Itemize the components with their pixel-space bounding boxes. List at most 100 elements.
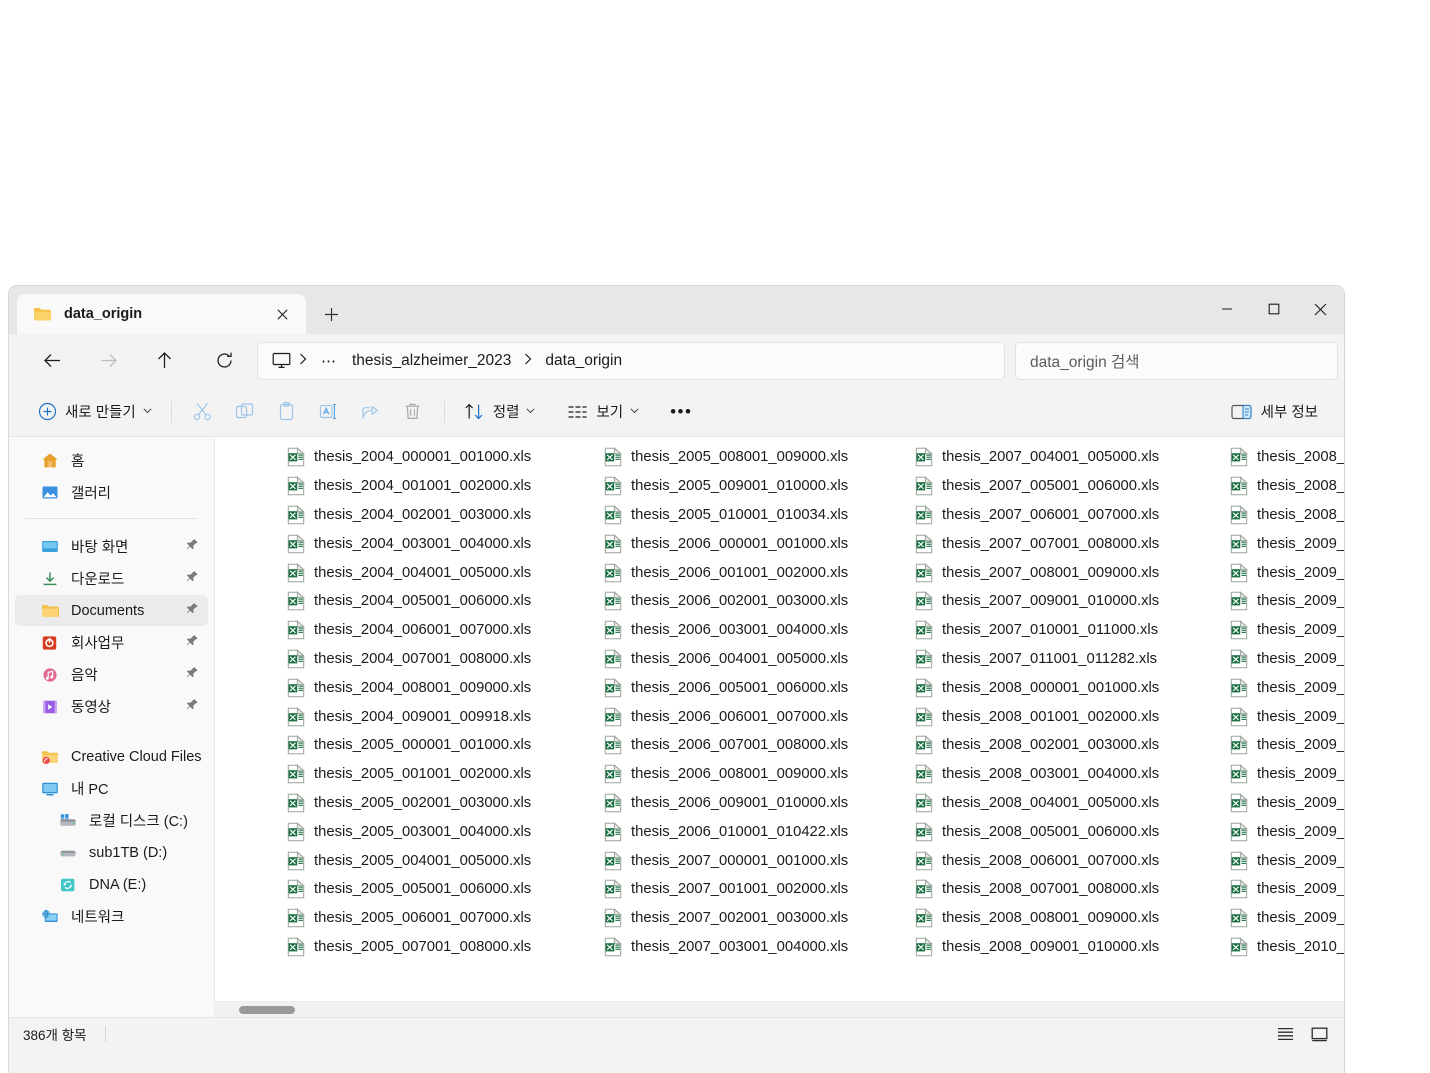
- close-button[interactable]: [1297, 286, 1344, 332]
- sidebar-item-music[interactable]: 음악: [15, 659, 208, 690]
- tab-data-origin[interactable]: data_origin: [17, 294, 306, 334]
- file-item[interactable]: thesis_2007_001001_002000.xls: [594, 875, 904, 904]
- file-item[interactable]: thesis_2009_0: [1220, 846, 1344, 875]
- file-item[interactable]: thesis_2008_009001_010000.xls: [905, 933, 1215, 962]
- file-item[interactable]: thesis_2005_004001_005000.xls: [277, 846, 587, 875]
- file-item[interactable]: thesis_2007_011001_011282.xls: [905, 645, 1215, 674]
- file-item[interactable]: thesis_2009_0: [1220, 760, 1344, 789]
- file-item[interactable]: thesis_2004_008001_009000.xls: [277, 673, 587, 702]
- file-item[interactable]: thesis_2008_002001_003000.xls: [905, 731, 1215, 760]
- sidebar-item-sub1tb-d[interactable]: sub1TB (D:): [15, 837, 208, 868]
- file-item[interactable]: thesis_2007_006001_007000.xls: [905, 501, 1215, 530]
- sidebar-item-home[interactable]: 홈: [15, 445, 208, 476]
- details-pane-button[interactable]: 세부 정보: [1219, 395, 1330, 429]
- file-item[interactable]: thesis_2005_010001_010034.xls: [594, 501, 904, 530]
- file-item[interactable]: thesis_2009_0: [1220, 673, 1344, 702]
- sidebar-item-downloads[interactable]: 다운로드: [15, 563, 208, 594]
- file-item[interactable]: thesis_2004_009001_009918.xls: [277, 702, 587, 731]
- file-item[interactable]: thesis_2009_0: [1220, 558, 1344, 587]
- file-item[interactable]: thesis_2006_002001_003000.xls: [594, 587, 904, 616]
- file-item[interactable]: thesis_2010_0: [1220, 933, 1344, 962]
- file-item[interactable]: thesis_2005_001001_002000.xls: [277, 760, 587, 789]
- cut-button[interactable]: [182, 395, 224, 429]
- file-item[interactable]: thesis_2004_000001_001000.xls: [277, 443, 587, 472]
- file-item[interactable]: thesis_2007_002001_003000.xls: [594, 904, 904, 933]
- file-item[interactable]: thesis_2006_006001_007000.xls: [594, 702, 904, 731]
- file-item[interactable]: thesis_2007_010001_011000.xls: [905, 616, 1215, 645]
- file-item[interactable]: thesis_2007_004001_005000.xls: [905, 443, 1215, 472]
- back-button[interactable]: [33, 344, 71, 378]
- sidebar-item-dna-e[interactable]: DNA (E:): [15, 869, 208, 900]
- delete-button[interactable]: [392, 395, 434, 429]
- file-item[interactable]: thesis_2009_0: [1220, 817, 1344, 846]
- file-item[interactable]: thesis_2005_006001_007000.xls: [277, 904, 587, 933]
- file-item[interactable]: thesis_2007_000001_001000.xls: [594, 846, 904, 875]
- file-item[interactable]: thesis_2009_0: [1220, 616, 1344, 645]
- file-item[interactable]: thesis_2009_0: [1220, 529, 1344, 558]
- view-button[interactable]: 보기: [558, 395, 648, 429]
- file-item[interactable]: thesis_2005_005001_006000.xls: [277, 875, 587, 904]
- file-item[interactable]: thesis_2008_000001_001000.xls: [905, 673, 1215, 702]
- sort-button[interactable]: 정렬: [455, 395, 545, 429]
- file-item[interactable]: thesis_2006_010001_010422.xls: [594, 817, 904, 846]
- sidebar-item-gallery[interactable]: 갤러리: [15, 477, 208, 508]
- copy-button[interactable]: [224, 395, 266, 429]
- large-icons-view-icon[interactable]: [1304, 1021, 1334, 1047]
- file-item[interactable]: thesis_2007_003001_004000.xls: [594, 933, 904, 962]
- plus-icon[interactable]: [314, 297, 348, 331]
- file-item[interactable]: thesis_2004_005001_006000.xls: [277, 587, 587, 616]
- file-item[interactable]: thesis_2009_0: [1220, 587, 1344, 616]
- sidebar-item-documents[interactable]: Documents: [15, 595, 208, 626]
- file-item[interactable]: thesis_2004_002001_003000.xls: [277, 501, 587, 530]
- file-item[interactable]: thesis_2004_004001_005000.xls: [277, 558, 587, 587]
- sidebar-item-this-pc[interactable]: 내 PC: [15, 773, 208, 804]
- file-item[interactable]: thesis_2007_007001_008000.xls: [905, 529, 1215, 558]
- sidebar-item-network[interactable]: 네트워크: [15, 901, 208, 932]
- file-item[interactable]: thesis_2009_0: [1220, 731, 1344, 760]
- breadcrumb-item-parent[interactable]: thesis_alzheimer_2023: [345, 349, 518, 373]
- file-item[interactable]: thesis_2006_009001_010000.xls: [594, 789, 904, 818]
- new-button[interactable]: 새로 만들기: [29, 395, 161, 429]
- file-item[interactable]: thesis_2008_004001_005000.xls: [905, 789, 1215, 818]
- sidebar-item-company-work[interactable]: 회사업무: [15, 627, 208, 658]
- sidebar-item-desktop[interactable]: 바탕 화면: [15, 531, 208, 562]
- file-item[interactable]: thesis_2009_0: [1220, 875, 1344, 904]
- more-options-button[interactable]: •••: [660, 402, 702, 422]
- sidebar-item-videos[interactable]: 동영상: [15, 691, 208, 722]
- scrollbar-thumb[interactable]: [239, 1006, 295, 1014]
- file-item[interactable]: thesis_2006_007001_008000.xls: [594, 731, 904, 760]
- file-item[interactable]: thesis_2005_007001_008000.xls: [277, 933, 587, 962]
- horizontal-scrollbar[interactable]: [215, 1001, 1344, 1017]
- file-item[interactable]: thesis_2004_006001_007000.xls: [277, 616, 587, 645]
- forward-button[interactable]: [89, 344, 127, 378]
- this-pc-icon[interactable]: [272, 352, 291, 369]
- file-item[interactable]: thesis_2004_007001_008000.xls: [277, 645, 587, 674]
- file-item[interactable]: thesis_2006_003001_004000.xls: [594, 616, 904, 645]
- file-item[interactable]: thesis_2007_009001_010000.xls: [905, 587, 1215, 616]
- file-item[interactable]: thesis_2004_003001_004000.xls: [277, 529, 587, 558]
- file-item[interactable]: thesis_2006_004001_005000.xls: [594, 645, 904, 674]
- share-button[interactable]: [350, 395, 392, 429]
- file-item[interactable]: thesis_2006_005001_006000.xls: [594, 673, 904, 702]
- file-item[interactable]: thesis_2005_009001_010000.xls: [594, 472, 904, 501]
- breadcrumb-item-current[interactable]: data_origin: [538, 349, 629, 373]
- up-button[interactable]: [145, 344, 183, 378]
- file-item[interactable]: thesis_2006_008001_009000.xls: [594, 760, 904, 789]
- file-item[interactable]: thesis_2005_008001_009000.xls: [594, 443, 904, 472]
- file-item[interactable]: thesis_2006_000001_001000.xls: [594, 529, 904, 558]
- minimize-button[interactable]: [1203, 286, 1250, 332]
- file-item[interactable]: thesis_2008_0: [1220, 472, 1344, 501]
- file-item[interactable]: thesis_2008_0: [1220, 443, 1344, 472]
- rename-button[interactable]: [308, 395, 350, 429]
- address-bar[interactable]: ⋯ thesis_alzheimer_2023 data_origin: [257, 342, 1005, 380]
- file-item[interactable]: thesis_2008_007001_008000.xls: [905, 875, 1215, 904]
- refresh-button[interactable]: [205, 344, 243, 378]
- close-icon[interactable]: [268, 300, 296, 328]
- file-item[interactable]: thesis_2005_002001_003000.xls: [277, 789, 587, 818]
- maximize-button[interactable]: [1250, 286, 1297, 332]
- file-item[interactable]: thesis_2008_005001_006000.xls: [905, 817, 1215, 846]
- list-view-icon[interactable]: [1270, 1021, 1300, 1047]
- paste-button[interactable]: [266, 395, 308, 429]
- file-item[interactable]: thesis_2008_006001_007000.xls: [905, 846, 1215, 875]
- file-item[interactable]: thesis_2009_0: [1220, 904, 1344, 933]
